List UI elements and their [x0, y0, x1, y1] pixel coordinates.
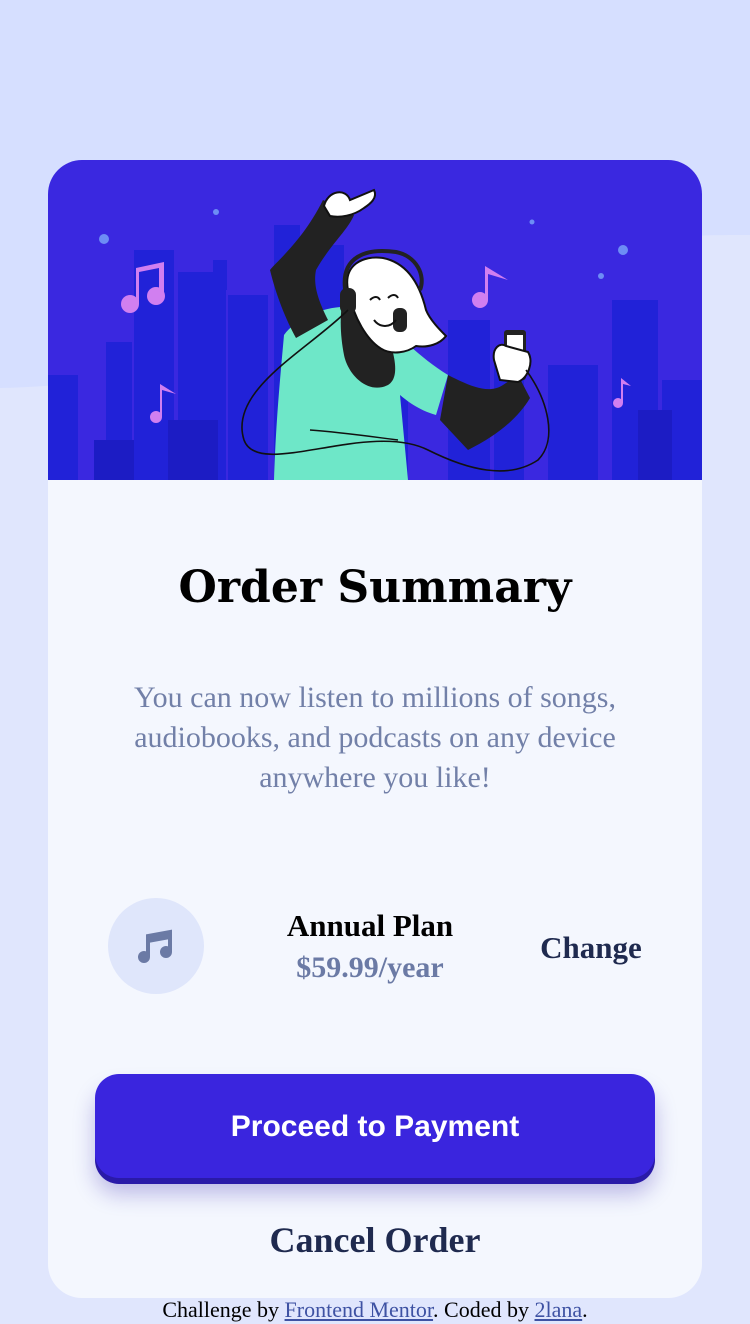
proceed-to-payment-button[interactable]: Proceed to Payment	[95, 1074, 655, 1178]
plan-summary: Annual Plan $59.99/year Change	[108, 896, 642, 996]
attribution: Challenge by Frontend Mentor. Coded by 2…	[0, 1296, 750, 1324]
cancel-order-button[interactable]: Cancel Order	[48, 1216, 702, 1264]
attribution-prefix: Challenge by	[162, 1297, 285, 1322]
change-plan-link[interactable]: Change	[526, 928, 656, 968]
hero-illustration	[48, 160, 702, 480]
frontend-mentor-link[interactable]: Frontend Mentor	[285, 1297, 434, 1322]
order-summary-card: Order Summary You can now listen to mill…	[48, 160, 702, 1298]
plan-name: Annual Plan	[286, 908, 454, 943]
attribution-middle: . Coded by	[433, 1297, 535, 1322]
plan-price: $59.99/year	[296, 951, 444, 984]
page-title: Order Summary	[178, 562, 572, 613]
author-link[interactable]: 2lana	[535, 1297, 583, 1322]
attribution-suffix: .	[582, 1297, 588, 1322]
description-text: You can now listen to millions of songs,…	[134, 681, 616, 794]
music-icon	[108, 898, 204, 994]
